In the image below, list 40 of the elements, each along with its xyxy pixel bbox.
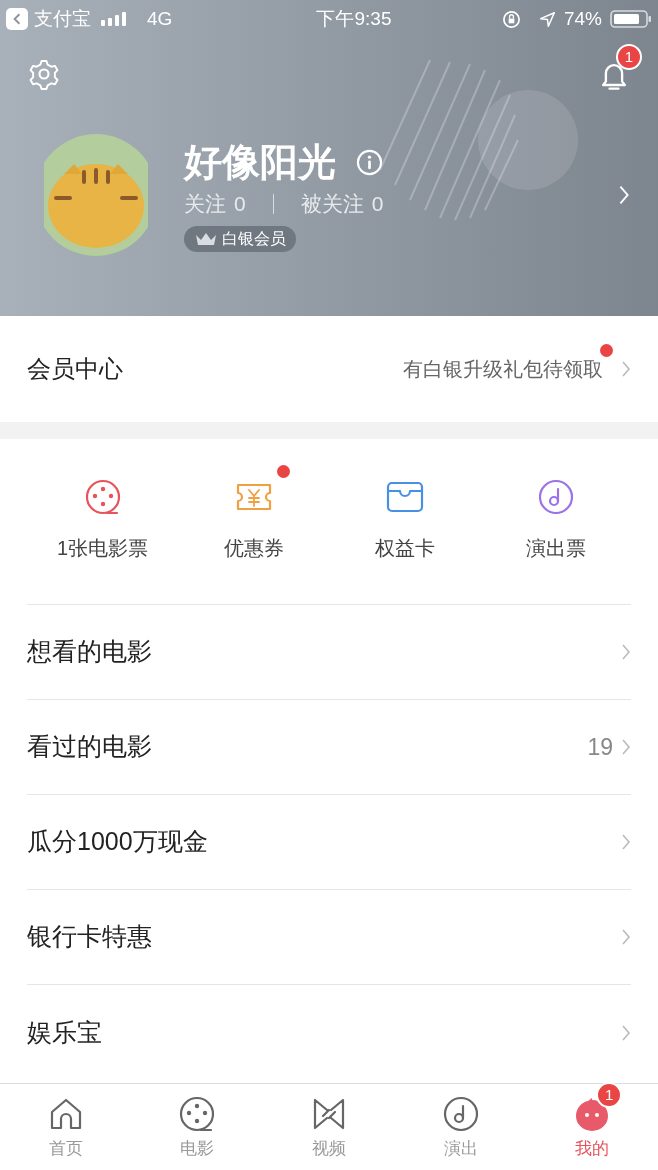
tab-item[interactable]: 演出 <box>394 1084 527 1170</box>
clock: 下午9:35 <box>315 6 393 31</box>
back-icon[interactable] <box>6 8 28 30</box>
menu-row[interactable]: 娱乐宝 <box>27 985 631 1080</box>
menu-row[interactable]: 看过的电影 19 <box>27 700 631 795</box>
followers-count[interactable]: 0 <box>371 188 384 220</box>
info-icon[interactable] <box>356 148 383 176</box>
notification-badge: 1 <box>616 44 642 70</box>
chevron-right-icon <box>618 184 630 206</box>
tab-item[interactable]: 电影 <box>131 1084 264 1170</box>
member-center-row[interactable]: 会员中心 有白银升级礼包待领取 <box>0 316 658 439</box>
member-center-title: 会员中心 <box>27 354 124 384</box>
battery-percent: 74% <box>563 6 602 31</box>
network-label: 4G <box>147 6 173 31</box>
tab-item[interactable]: 首页 <box>0 1084 132 1170</box>
shortcut-item[interactable]: 1张电影票 <box>27 439 178 604</box>
tab-item[interactable]: 视频 <box>263 1084 395 1170</box>
shortcut-item[interactable]: 演出票 <box>480 439 631 604</box>
followers-label[interactable]: 被关注 <box>300 188 364 220</box>
member-center-hint: 有白银升级礼包待领取 <box>403 354 603 384</box>
rotation-lock-icon <box>501 9 521 29</box>
location-arrow-icon <box>538 10 556 28</box>
shortcut-item[interactable]: 权益卡 <box>329 439 480 604</box>
menu-row[interactable]: 想看的电影 <box>27 605 631 700</box>
menu-row[interactable]: 瓜分1000万现金 <box>27 795 631 890</box>
user-name: 好像阳光 <box>184 140 336 186</box>
notification-badge: 1 <box>596 1082 623 1108</box>
menu-row[interactable]: 银行卡特惠 <box>27 890 631 985</box>
watched-count: 19 <box>587 732 613 762</box>
shortcut-item[interactable]: 优惠券 <box>178 439 329 604</box>
member-level-badge[interactable]: 白银会员 <box>184 225 296 252</box>
chevron-right-icon <box>621 1023 631 1042</box>
chevron-right-icon <box>621 738 631 756</box>
back-app-label[interactable]: 支付宝 <box>34 4 91 34</box>
chevron-right-icon <box>621 643 631 661</box>
chevron-right-icon <box>621 360 631 378</box>
chevron-right-icon <box>621 928 631 946</box>
tab-item[interactable]: 1 我的 <box>526 1084 658 1170</box>
battery-icon <box>610 9 652 29</box>
chevron-right-icon <box>621 833 631 851</box>
